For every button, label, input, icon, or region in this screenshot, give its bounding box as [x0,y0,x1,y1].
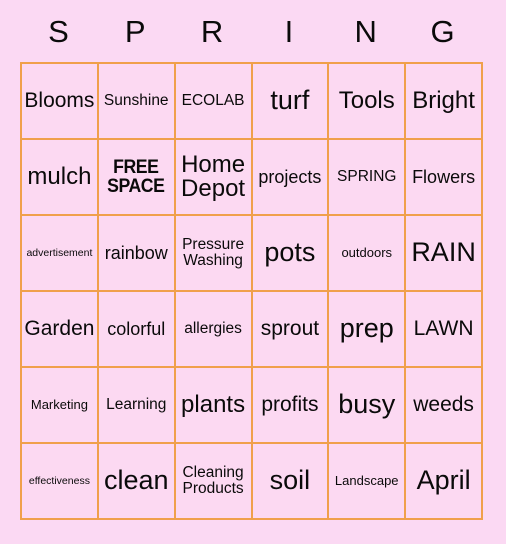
bingo-cell[interactable]: pots [252,216,330,292]
bingo-cell[interactable]: Landscape [329,444,407,520]
header-letter-5: G [430,13,455,49]
bingo-cell[interactable]: April [406,444,483,520]
bingo-cell[interactable]: profits [252,368,330,444]
bingo-cell-label: Blooms [24,89,95,113]
bingo-cell-free-space[interactable]: FREE SPACE [98,140,176,216]
bingo-cell-label: prep [339,313,394,344]
bingo-cell-label: plants [181,390,246,418]
free-space-line2: SPACE [107,176,166,197]
bingo-cell[interactable]: effectiveness [22,444,99,520]
free-space-text: FREE SPACE [107,157,166,197]
bingo-cell[interactable]: Tools [329,64,407,140]
bingo-cell-label: Home Depot [181,150,246,202]
bingo-cell[interactable]: outdoors [329,216,407,292]
bingo-cell-label: Landscape [334,473,399,489]
bingo-cell-label: Pressure Washing [182,236,245,269]
header-letter-2: R [200,13,224,49]
bingo-cell[interactable]: soil [252,444,330,520]
bingo-cell[interactable]: Garden [22,292,99,368]
bingo-card: SPRING Blooms Sunshine ECOLAB turf Tools Brig… [0,0,506,544]
bingo-cell-label: outdoors [341,245,393,261]
bingo-cell-label: Cleaning Products [182,464,244,497]
bingo-cell[interactable]: clean [98,444,176,520]
bingo-cell-label: busy [338,389,396,420]
bingo-header: SPRING [20,0,481,62]
bingo-cell-label: rainbow [104,242,168,263]
bingo-cell-label: Garden [24,317,95,341]
bingo-cell-label: Learning [106,396,167,414]
bingo-cell[interactable]: mulch [22,140,99,216]
bingo-cell[interactable]: Flowers [406,140,483,216]
bingo-cell-label: effectiveness [28,474,90,487]
bingo-cell[interactable]: Bright [406,64,483,140]
bingo-cell[interactable]: sprout [252,292,330,368]
bingo-cell[interactable]: allergies [175,292,253,368]
bingo-cell-label: soil [269,465,311,496]
bingo-cell[interactable]: Sunshine [98,64,176,140]
header-letter-0: S [48,13,69,49]
bingo-cell-label: weeds [413,393,474,417]
bingo-cell-label: April [416,465,471,496]
bingo-cell[interactable]: ECOLAB [175,64,253,140]
bingo-cell[interactable]: Learning [98,368,176,444]
bingo-cell[interactable]: SPRING [329,140,407,216]
bingo-cell[interactable]: plants [175,368,253,444]
bingo-cell[interactable]: Marketing [22,368,99,444]
bingo-cell-label: SPRING [337,168,397,186]
bingo-cell-label: turf [270,85,310,116]
header-letter-4: N [354,13,377,49]
bingo-cell-label: advertisement [26,246,93,259]
bingo-cell[interactable]: RAIN [406,216,483,292]
bingo-cell[interactable]: advertisement [22,216,99,292]
bingo-cell-label: ECOLAB [181,92,245,110]
bingo-cell-label: RAIN [411,237,476,268]
bingo-cell[interactable]: turf [252,64,330,140]
bingo-cell-label: LAWN [413,317,474,341]
bingo-cell[interactable]: busy [329,368,407,444]
bingo-cell-label: Bright [412,86,475,114]
free-space-line1: FREE [113,157,160,178]
bingo-cell-label: Sunshine [103,92,169,110]
bingo-cell[interactable]: LAWN [406,292,483,368]
bingo-cell-label: colorful [107,318,166,339]
bingo-cell-label: clean [103,465,169,496]
bingo-cell-label: Tools [338,86,395,114]
bingo-cell-label: pots [264,237,316,268]
bingo-cell-label: allergies [184,320,242,338]
bingo-cell-label: Flowers [412,166,476,187]
bingo-cell-label: mulch [27,162,92,190]
bingo-cell-label: sprout [260,317,320,341]
bingo-cell-label: Marketing [30,397,88,413]
bingo-cell-label: projects [258,166,322,187]
bingo-cell[interactable]: weeds [406,368,483,444]
header-letter-3: I [284,13,294,49]
bingo-cell[interactable]: Blooms [22,64,99,140]
bingo-grid: Blooms Sunshine ECOLAB turf Tools Bright mulch… [20,62,483,520]
bingo-cell[interactable]: prep [329,292,407,368]
bingo-cell-label: profits [261,393,319,417]
bingo-cell[interactable]: Pressure Washing [175,216,253,292]
bingo-cell[interactable]: projects [252,140,330,216]
bingo-cell[interactable]: rainbow [98,216,176,292]
bingo-cell[interactable]: Home Depot [175,140,253,216]
header-letter-1: P [124,13,146,49]
bingo-cell[interactable]: colorful [98,292,176,368]
bingo-cell[interactable]: Cleaning Products [175,444,253,520]
